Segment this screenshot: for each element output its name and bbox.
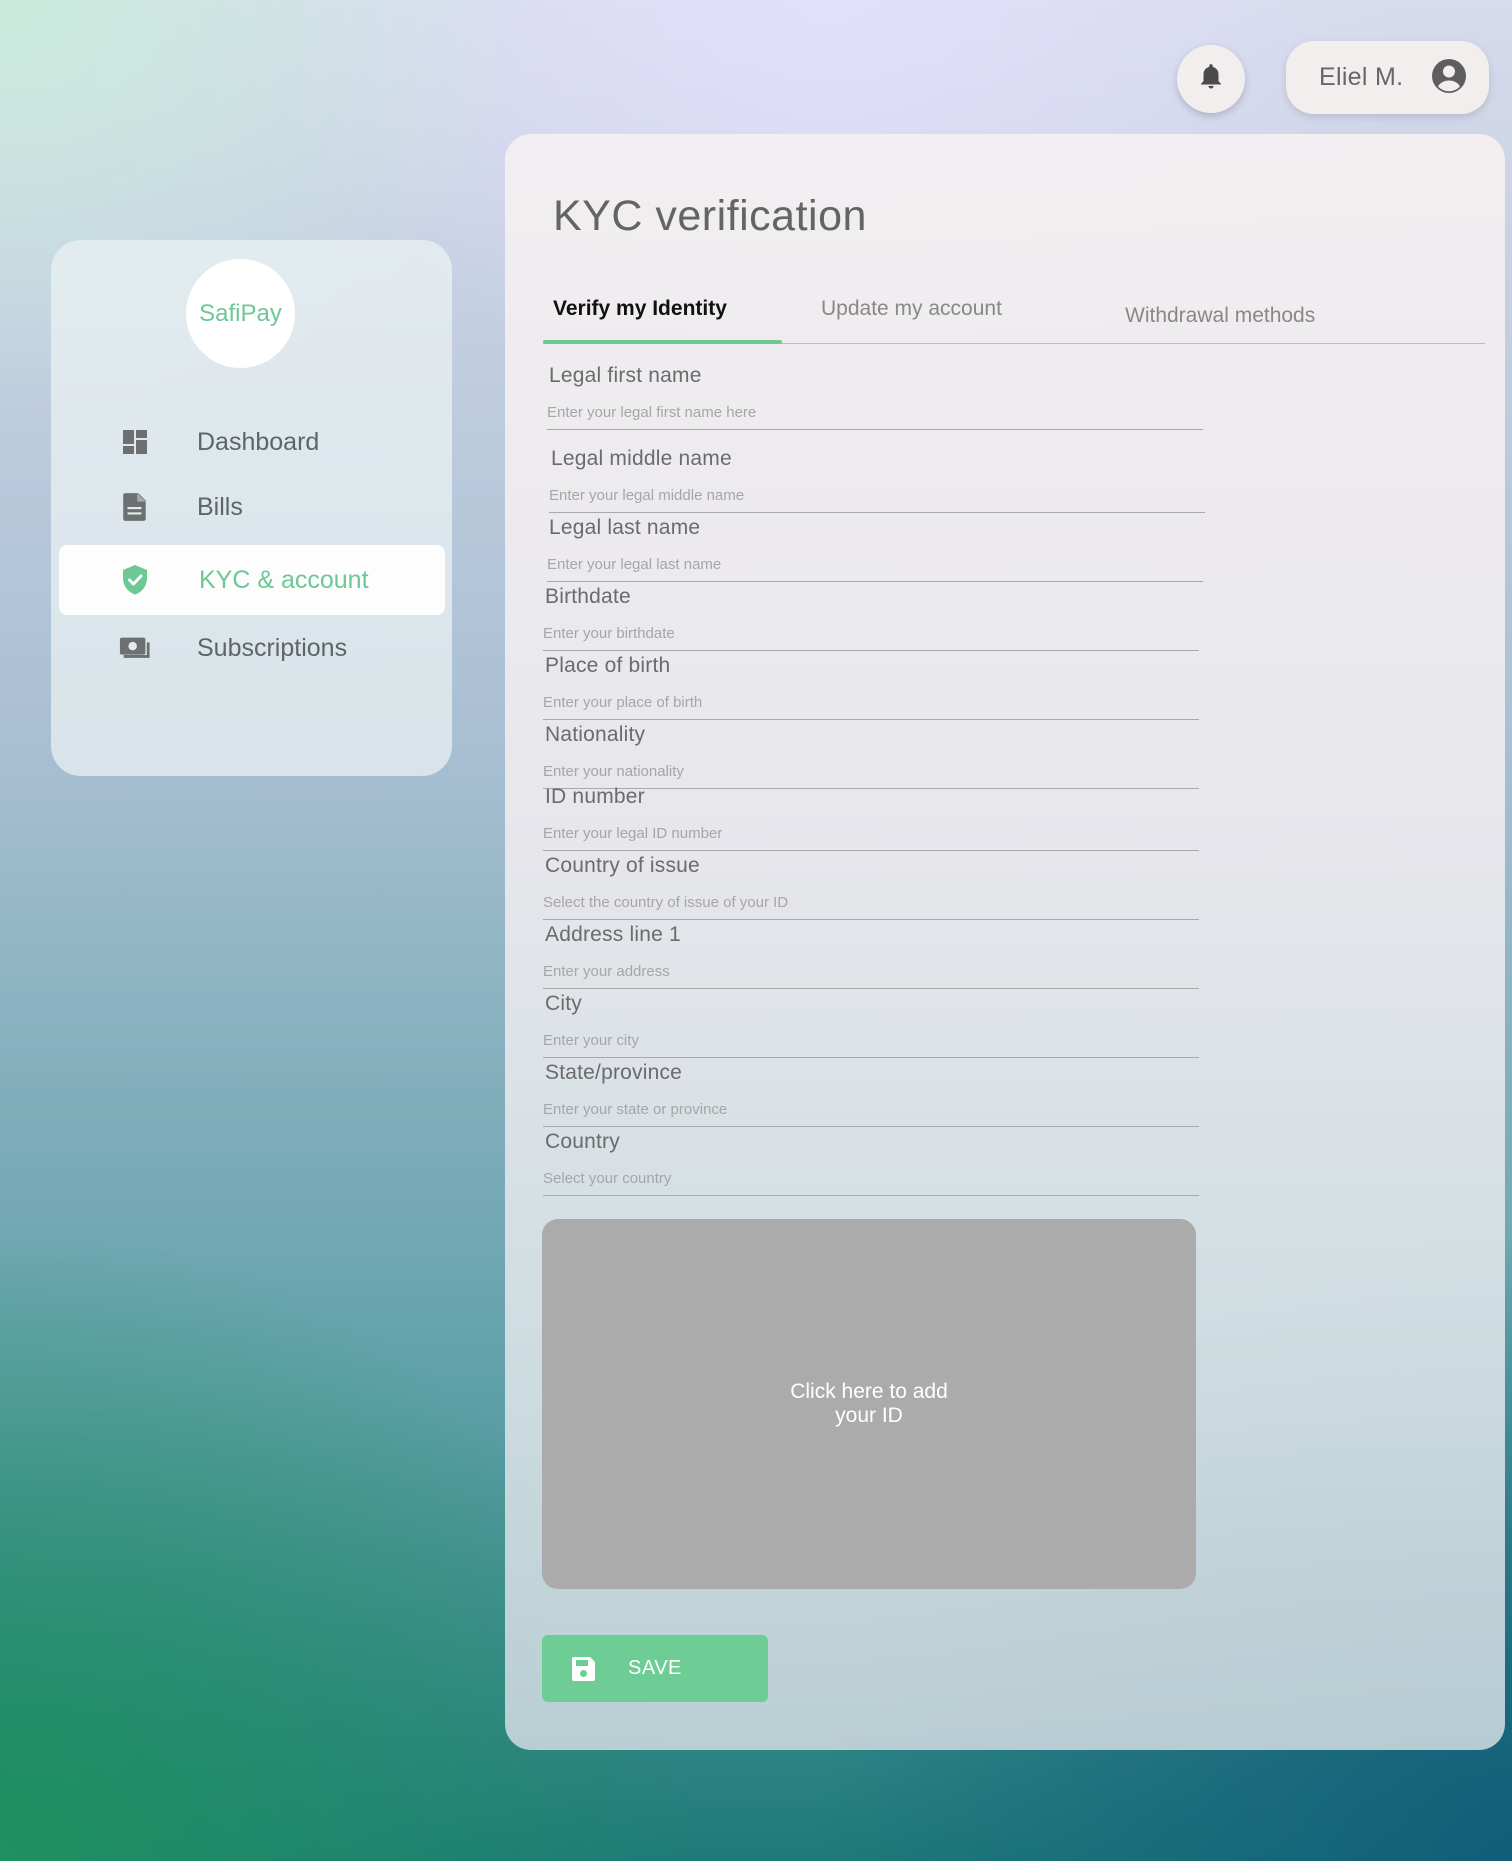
user-menu-button[interactable]: Eliel M. bbox=[1286, 41, 1489, 114]
field-label: ID number bbox=[545, 785, 645, 808]
field-legal-last-name: Legal last name bbox=[547, 516, 1203, 582]
field-label: Birthdate bbox=[545, 585, 631, 608]
legal-last-name-input[interactable] bbox=[547, 552, 1203, 576]
save-button[interactable]: SAVE bbox=[542, 1635, 768, 1702]
notifications-button[interactable] bbox=[1177, 45, 1245, 113]
field-label: Address line 1 bbox=[545, 923, 681, 946]
sidebar-item-subscriptions[interactable]: Subscriptions bbox=[59, 613, 445, 683]
id-upload-dropzone[interactable]: Click here to add your ID bbox=[542, 1219, 1196, 1589]
sidebar-item-label: Bills bbox=[197, 492, 243, 521]
sidebar: SafiPay Dashboard Bills KYC & account Su… bbox=[51, 240, 452, 776]
floppy-disk-icon bbox=[572, 1656, 596, 1687]
save-label: SAVE bbox=[628, 1657, 682, 1679]
sidebar-item-dashboard[interactable]: Dashboard bbox=[59, 407, 445, 477]
id-number-input[interactable] bbox=[543, 821, 1199, 845]
field-country: Country bbox=[543, 1130, 1199, 1196]
sidebar-item-label: Subscriptions bbox=[197, 633, 348, 662]
tab-withdrawal-methods[interactable]: Withdrawal methods bbox=[1125, 304, 1315, 328]
money-icon bbox=[119, 632, 151, 664]
tab-update-account[interactable]: Update my account bbox=[821, 297, 1002, 321]
field-label: Legal first name bbox=[549, 364, 702, 387]
field-label: Place of birth bbox=[545, 654, 671, 677]
country-select[interactable] bbox=[543, 1166, 1199, 1190]
logo-text: SafiPay bbox=[199, 299, 282, 327]
field-place-of-birth: Place of birth bbox=[543, 654, 1199, 720]
field-id-number: ID number bbox=[543, 785, 1199, 851]
field-birthdate: Birthdate bbox=[543, 585, 1199, 651]
nationality-input[interactable] bbox=[543, 759, 1199, 783]
user-circle-icon bbox=[1431, 58, 1467, 99]
field-label: Country bbox=[545, 1130, 620, 1153]
user-name: Eliel M. bbox=[1319, 63, 1404, 91]
field-label: Legal last name bbox=[549, 516, 701, 539]
kyc-card: KYC verification Verify my Identity Upda… bbox=[505, 134, 1505, 1750]
field-country-of-issue: Country of issue bbox=[543, 854, 1199, 920]
field-label: State/province bbox=[545, 1061, 683, 1084]
birthdate-input[interactable] bbox=[543, 621, 1199, 645]
field-label: Nationality bbox=[545, 723, 646, 746]
field-legal-first-name: Legal first name bbox=[547, 364, 1203, 430]
place-of-birth-input[interactable] bbox=[543, 690, 1199, 714]
field-label: Legal middle name bbox=[551, 447, 732, 470]
legal-first-name-input[interactable] bbox=[547, 400, 1203, 424]
document-icon bbox=[119, 491, 151, 523]
field-city: City bbox=[543, 992, 1199, 1058]
page-title: KYC verification bbox=[553, 192, 867, 240]
dashboard-icon bbox=[119, 426, 151, 458]
field-label: Country of issue bbox=[545, 854, 700, 877]
country-of-issue-select[interactable] bbox=[543, 890, 1199, 914]
shield-check-icon bbox=[119, 564, 151, 596]
logo[interactable]: SafiPay bbox=[186, 259, 295, 368]
field-label: City bbox=[545, 992, 582, 1015]
field-state-province: State/province bbox=[543, 1061, 1199, 1127]
bell-icon bbox=[1198, 62, 1224, 97]
address-line-1-input[interactable] bbox=[543, 959, 1199, 983]
sidebar-item-label: KYC & account bbox=[199, 565, 369, 594]
city-input[interactable] bbox=[543, 1028, 1199, 1052]
legal-middle-name-input[interactable] bbox=[549, 483, 1205, 507]
sidebar-item-kyc-account[interactable]: KYC & account bbox=[59, 545, 445, 615]
active-tab-indicator bbox=[543, 340, 782, 344]
field-address-line-1: Address line 1 bbox=[543, 923, 1199, 989]
field-nationality: Nationality bbox=[543, 723, 1199, 789]
tab-verify-identity-label[interactable]: Verify my Identity bbox=[553, 297, 727, 321]
upload-text: Click here to add your ID bbox=[790, 1380, 948, 1427]
sidebar-item-label: Dashboard bbox=[197, 427, 320, 456]
state-province-input[interactable] bbox=[543, 1097, 1199, 1121]
field-legal-middle-name: Legal middle name bbox=[549, 447, 1205, 513]
sidebar-item-bills[interactable]: Bills bbox=[59, 472, 445, 542]
